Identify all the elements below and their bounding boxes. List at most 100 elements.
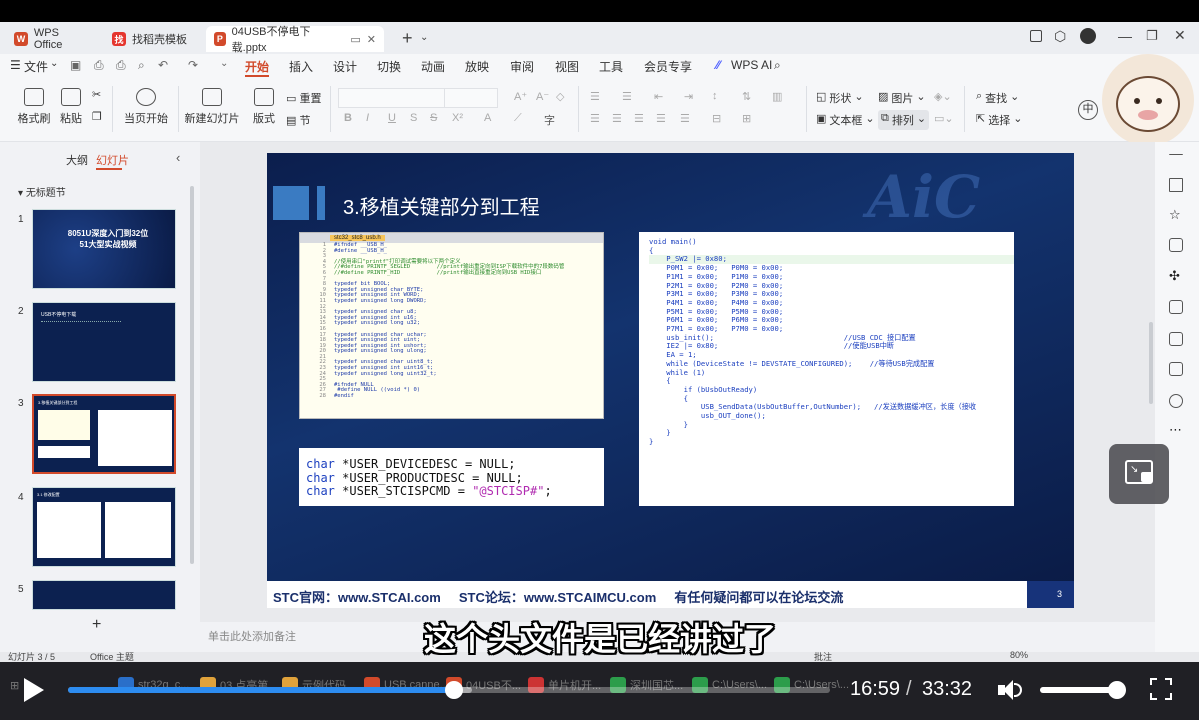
input-method-icon[interactable]: 中 bbox=[1078, 100, 1098, 120]
slide-thumbnail-4[interactable]: 3.1 修改配置 bbox=[32, 487, 176, 567]
font-color-icon[interactable]: A bbox=[484, 112, 491, 124]
align-left-icon[interactable]: ☰ bbox=[590, 112, 600, 125]
taskbar-item[interactable]: 单片机开... bbox=[528, 672, 601, 698]
new-tab-button[interactable]: + bbox=[402, 28, 413, 49]
taskbar-item[interactable]: C:\Users\... bbox=[774, 672, 849, 698]
shield-icon[interactable] bbox=[1169, 332, 1183, 346]
bullet-list-icon[interactable]: ☰ bbox=[590, 90, 600, 103]
vertical-align-icon[interactable]: ⊟ bbox=[712, 112, 721, 125]
menu-transition[interactable]: 切换 bbox=[377, 58, 401, 75]
taskbar-item[interactable]: USB canne... bbox=[364, 672, 449, 698]
minimize-icon[interactable]: — bbox=[1118, 28, 1132, 44]
add-slide-button[interactable]: + bbox=[92, 616, 101, 634]
slide-thumbnail-3[interactable]: 3.移植关键部分到工程 bbox=[32, 394, 176, 474]
header-code-window[interactable]: stc32_stc8_usb.h 1 #ifndef __USB_H_ 2 #defi… bbox=[299, 232, 604, 419]
indent-increase-icon[interactable]: ⇥ bbox=[684, 90, 693, 103]
text-direction-icon[interactable]: ⇅ bbox=[742, 90, 751, 103]
align-right-icon[interactable]: ☰ bbox=[634, 112, 644, 125]
zoom-level[interactable]: 80% bbox=[1010, 650, 1028, 660]
char-spacing-icon[interactable]: 字 bbox=[544, 112, 555, 128]
cursor-icon[interactable] bbox=[1169, 300, 1183, 314]
collapse-panel-icon[interactable]: ‹ bbox=[176, 150, 180, 165]
chevron-down-icon[interactable]: ⌄ bbox=[420, 32, 428, 43]
superscript-icon[interactable]: X² bbox=[452, 112, 463, 124]
slide-thumbnail-2[interactable]: USB不停电下载 bbox=[32, 302, 176, 382]
paste-button[interactable]: 粘贴 bbox=[54, 88, 88, 126]
volume-slider[interactable] bbox=[1040, 681, 1127, 699]
slide-thumbnail-5[interactable] bbox=[32, 580, 176, 610]
tab-pptx[interactable]: P 04USB不停电下载.pptx ▭ ✕ bbox=[206, 26, 384, 54]
tab-restore-icon[interactable]: ▭ bbox=[350, 33, 360, 46]
shape-button[interactable]: ◱ 形状 ⌄ bbox=[816, 90, 864, 106]
start-from-current-button[interactable]: 当页开始 bbox=[120, 88, 172, 126]
new-slide-button[interactable]: 新建幻灯片 bbox=[184, 88, 240, 126]
strikethrough-icon[interactable]: S bbox=[430, 112, 437, 124]
copy-icon[interactable] bbox=[1169, 238, 1183, 252]
slide-title[interactable]: 3.移植关键部分到工程 bbox=[343, 191, 540, 220]
menu-wps-ai[interactable]: WPS AI bbox=[731, 58, 772, 72]
slide-thumbnail-1[interactable]: 8051U深度入门到32位 51大型实战视频 bbox=[32, 209, 176, 289]
tab-outline[interactable]: 大纲 bbox=[66, 152, 88, 168]
highlight-icon[interactable]: ⟋ bbox=[514, 112, 522, 125]
book-icon[interactable] bbox=[1169, 362, 1183, 376]
reset-button[interactable]: ▭ 重置 bbox=[286, 90, 321, 106]
play-icon[interactable] bbox=[24, 678, 44, 702]
tab-template[interactable]: 找 找稻壳模板 bbox=[104, 26, 200, 52]
main-code-window[interactable]: void main(){ P_SW2 |= 0x80; P0M1 = 0x00;… bbox=[639, 232, 1014, 506]
underline-icon[interactable]: U bbox=[388, 112, 396, 124]
menu-view[interactable]: 视图 bbox=[555, 58, 579, 75]
distribute-icon[interactable]: ☰ bbox=[680, 112, 690, 125]
outline-icon[interactable]: ▭⌄ bbox=[934, 112, 954, 125]
more-icon[interactable]: ⌄ bbox=[220, 58, 228, 69]
menu-home[interactable]: 开始 bbox=[245, 58, 269, 75]
bold-icon[interactable]: B bbox=[344, 112, 352, 124]
canvas-scrollbar[interactable] bbox=[1149, 322, 1153, 404]
open-icon[interactable]: ⎙ bbox=[94, 58, 104, 73]
numbered-list-icon[interactable]: ☰ bbox=[622, 90, 632, 103]
menu-member[interactable]: 会员专享 bbox=[644, 58, 692, 75]
slide[interactable]: 3.移植关键部分到工程 AiC stc32_stc8_usb.h 1 #ifnde… bbox=[267, 153, 1074, 608]
layout-button[interactable]: 版式 bbox=[248, 88, 280, 126]
volume-handle[interactable] bbox=[1108, 681, 1127, 699]
section-header[interactable]: ▾ 无标题节 bbox=[18, 184, 66, 199]
menu-animation[interactable]: 动画 bbox=[421, 58, 445, 75]
indent-decrease-icon[interactable]: ⇤ bbox=[654, 90, 663, 103]
fullscreen-icon[interactable] bbox=[1150, 678, 1172, 700]
redo-icon[interactable]: ↷ bbox=[188, 58, 198, 72]
collapse-icon[interactable] bbox=[1169, 154, 1183, 156]
grow-font-icon[interactable]: A⁺ bbox=[514, 90, 527, 103]
thumbnails-scrollbar[interactable] bbox=[190, 186, 194, 564]
chevron-down-icon[interactable]: ⌄ bbox=[50, 58, 58, 69]
textbox-button[interactable]: ▣ 文本框 ⌄ bbox=[816, 112, 875, 128]
columns-icon[interactable]: ▥ bbox=[772, 90, 782, 103]
star-icon[interactable]: ☆ bbox=[1169, 208, 1183, 222]
window-layout-icon[interactable] bbox=[1030, 30, 1042, 42]
align-center-icon[interactable]: ☰ bbox=[612, 112, 622, 125]
justify-icon[interactable]: ☰ bbox=[656, 112, 666, 125]
format-painter-button[interactable]: 格式刷 bbox=[16, 88, 52, 126]
find-button[interactable]: ⌕ 查找 ⌄ bbox=[976, 90, 1019, 106]
adjust-icon[interactable] bbox=[1169, 178, 1183, 192]
taskbar-item[interactable]: C:\Users\... bbox=[692, 672, 767, 698]
font-size-select[interactable] bbox=[444, 88, 498, 108]
taskbar-item[interactable]: str32g_c... bbox=[118, 672, 189, 698]
line-spacing-icon[interactable]: ↕ bbox=[712, 90, 718, 102]
taskbar-item[interactable]: 示例代码 bbox=[282, 672, 346, 698]
tab-wps-office[interactable]: W WPS Office bbox=[6, 26, 98, 52]
smartart-icon[interactable]: ⊞ bbox=[742, 112, 751, 125]
select-button[interactable]: ⇱ 选择 ⌄ bbox=[976, 112, 1022, 128]
arrange-button[interactable]: ⧉ 排列 ⌄ bbox=[878, 110, 930, 130]
avatar[interactable] bbox=[1080, 28, 1096, 44]
fill-icon[interactable]: ◈⌄ bbox=[934, 90, 952, 103]
menu-file[interactable]: 文件 bbox=[24, 58, 48, 75]
menu-review[interactable]: 审阅 bbox=[510, 58, 534, 75]
restore-icon[interactable]: ❐ bbox=[1146, 28, 1158, 44]
preview-icon[interactable]: ⌕ bbox=[138, 58, 145, 73]
close-window-icon[interactable]: ✕ bbox=[1174, 27, 1186, 44]
cube-icon[interactable]: ⬡ bbox=[1054, 28, 1066, 45]
menu-tools[interactable]: 工具 bbox=[599, 58, 623, 75]
italic-icon[interactable]: I bbox=[366, 112, 369, 124]
exit-pip-button[interactable]: ↘ bbox=[1109, 444, 1169, 504]
declarations-code-box[interactable]: char *USER_DEVICEDESC = NULL; char *USER… bbox=[299, 448, 604, 506]
close-icon[interactable]: ✕ bbox=[367, 33, 376, 46]
